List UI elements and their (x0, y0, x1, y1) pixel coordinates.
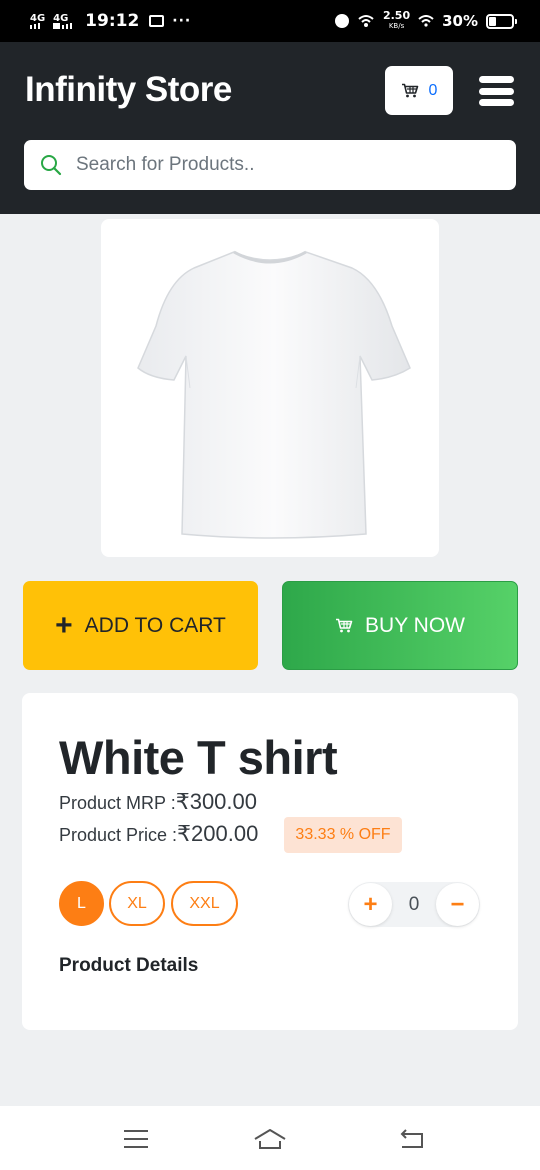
network-label: 4G (30, 12, 46, 24)
home-icon[interactable] (253, 1124, 287, 1154)
decrease-quantity-button[interactable]: − (436, 883, 479, 926)
product-mrp: Product MRP :₹300.00 (59, 789, 257, 815)
more-notifications-icon: ··· (172, 13, 192, 29)
network-indicator-2: 4G (53, 12, 73, 29)
quantity-stepper: + 0 − (348, 882, 480, 927)
price-value: ₹200.00 (177, 821, 259, 846)
wifi-icon (418, 15, 434, 27)
product-details-heading: Product Details (59, 955, 199, 976)
hamburger-menu-icon[interactable] (479, 76, 514, 106)
status-right: 2.50 KB/s 30% (334, 9, 517, 31)
clock: 19:12 (85, 11, 140, 31)
product-title: White T shirt (59, 731, 338, 784)
cart-count: 0 (428, 81, 438, 99)
search-input[interactable] (76, 154, 476, 176)
size-option-l[interactable]: L (59, 881, 104, 926)
product-image (101, 219, 439, 557)
app-header: Infinity Store 0 (0, 42, 540, 214)
search-icon (41, 155, 62, 176)
cart-button[interactable]: 0 (385, 66, 453, 115)
signal-bars-icon (30, 22, 40, 29)
mrp-label: Product MRP : (59, 793, 176, 813)
search-bar[interactable] (24, 140, 516, 190)
product-details-card: White T shirt Product MRP :₹300.00 Produ… (22, 693, 518, 1030)
system-nav-bar (0, 1106, 540, 1170)
speed-value: 2.50 (382, 9, 411, 22)
store-brand[interactable]: Infinity Store (25, 70, 232, 110)
speed-unit: KB/s (388, 22, 405, 30)
recent-apps-icon[interactable] (121, 1124, 151, 1154)
alarm-icon (334, 14, 349, 28)
buy-now-label: BUY NOW (365, 613, 465, 637)
wifi-calling-icon (358, 15, 374, 27)
message-icon (149, 15, 165, 27)
buy-now-button[interactable]: BUY NOW (282, 581, 518, 670)
increase-quantity-button[interactable]: + (349, 883, 392, 926)
status-bar: 4G 4G 19:12 ··· 2.50 KB/s 30% (0, 0, 540, 42)
product-price: Product Price :₹200.00 (59, 821, 258, 847)
network-speed: 2.50 KB/s (382, 9, 411, 31)
network-indicator-1: 4G (30, 12, 46, 29)
network-label: 4G (53, 12, 69, 24)
add-to-cart-button[interactable]: + ADD TO CART (23, 581, 258, 670)
add-to-cart-label: ADD TO CART (84, 613, 226, 637)
back-icon[interactable] (397, 1124, 427, 1154)
price-label: Product Price : (59, 825, 178, 845)
status-left: 4G 4G 19:12 ··· (30, 11, 191, 31)
cart-icon (336, 618, 353, 633)
quantity-value: 0 (408, 893, 420, 915)
battery-percentage: 30% (442, 12, 478, 30)
discount-badge: 33.33 % OFF (284, 817, 402, 853)
plus-icon: + (55, 608, 73, 642)
mrp-value: ₹300.00 (175, 789, 258, 814)
battery-icon (486, 13, 517, 29)
signal-bars-icon (53, 22, 73, 29)
cart-icon (401, 83, 418, 98)
size-option-xl[interactable]: XL (109, 881, 165, 926)
size-option-xxl[interactable]: XXL (171, 881, 238, 926)
tshirt-image (137, 250, 411, 539)
